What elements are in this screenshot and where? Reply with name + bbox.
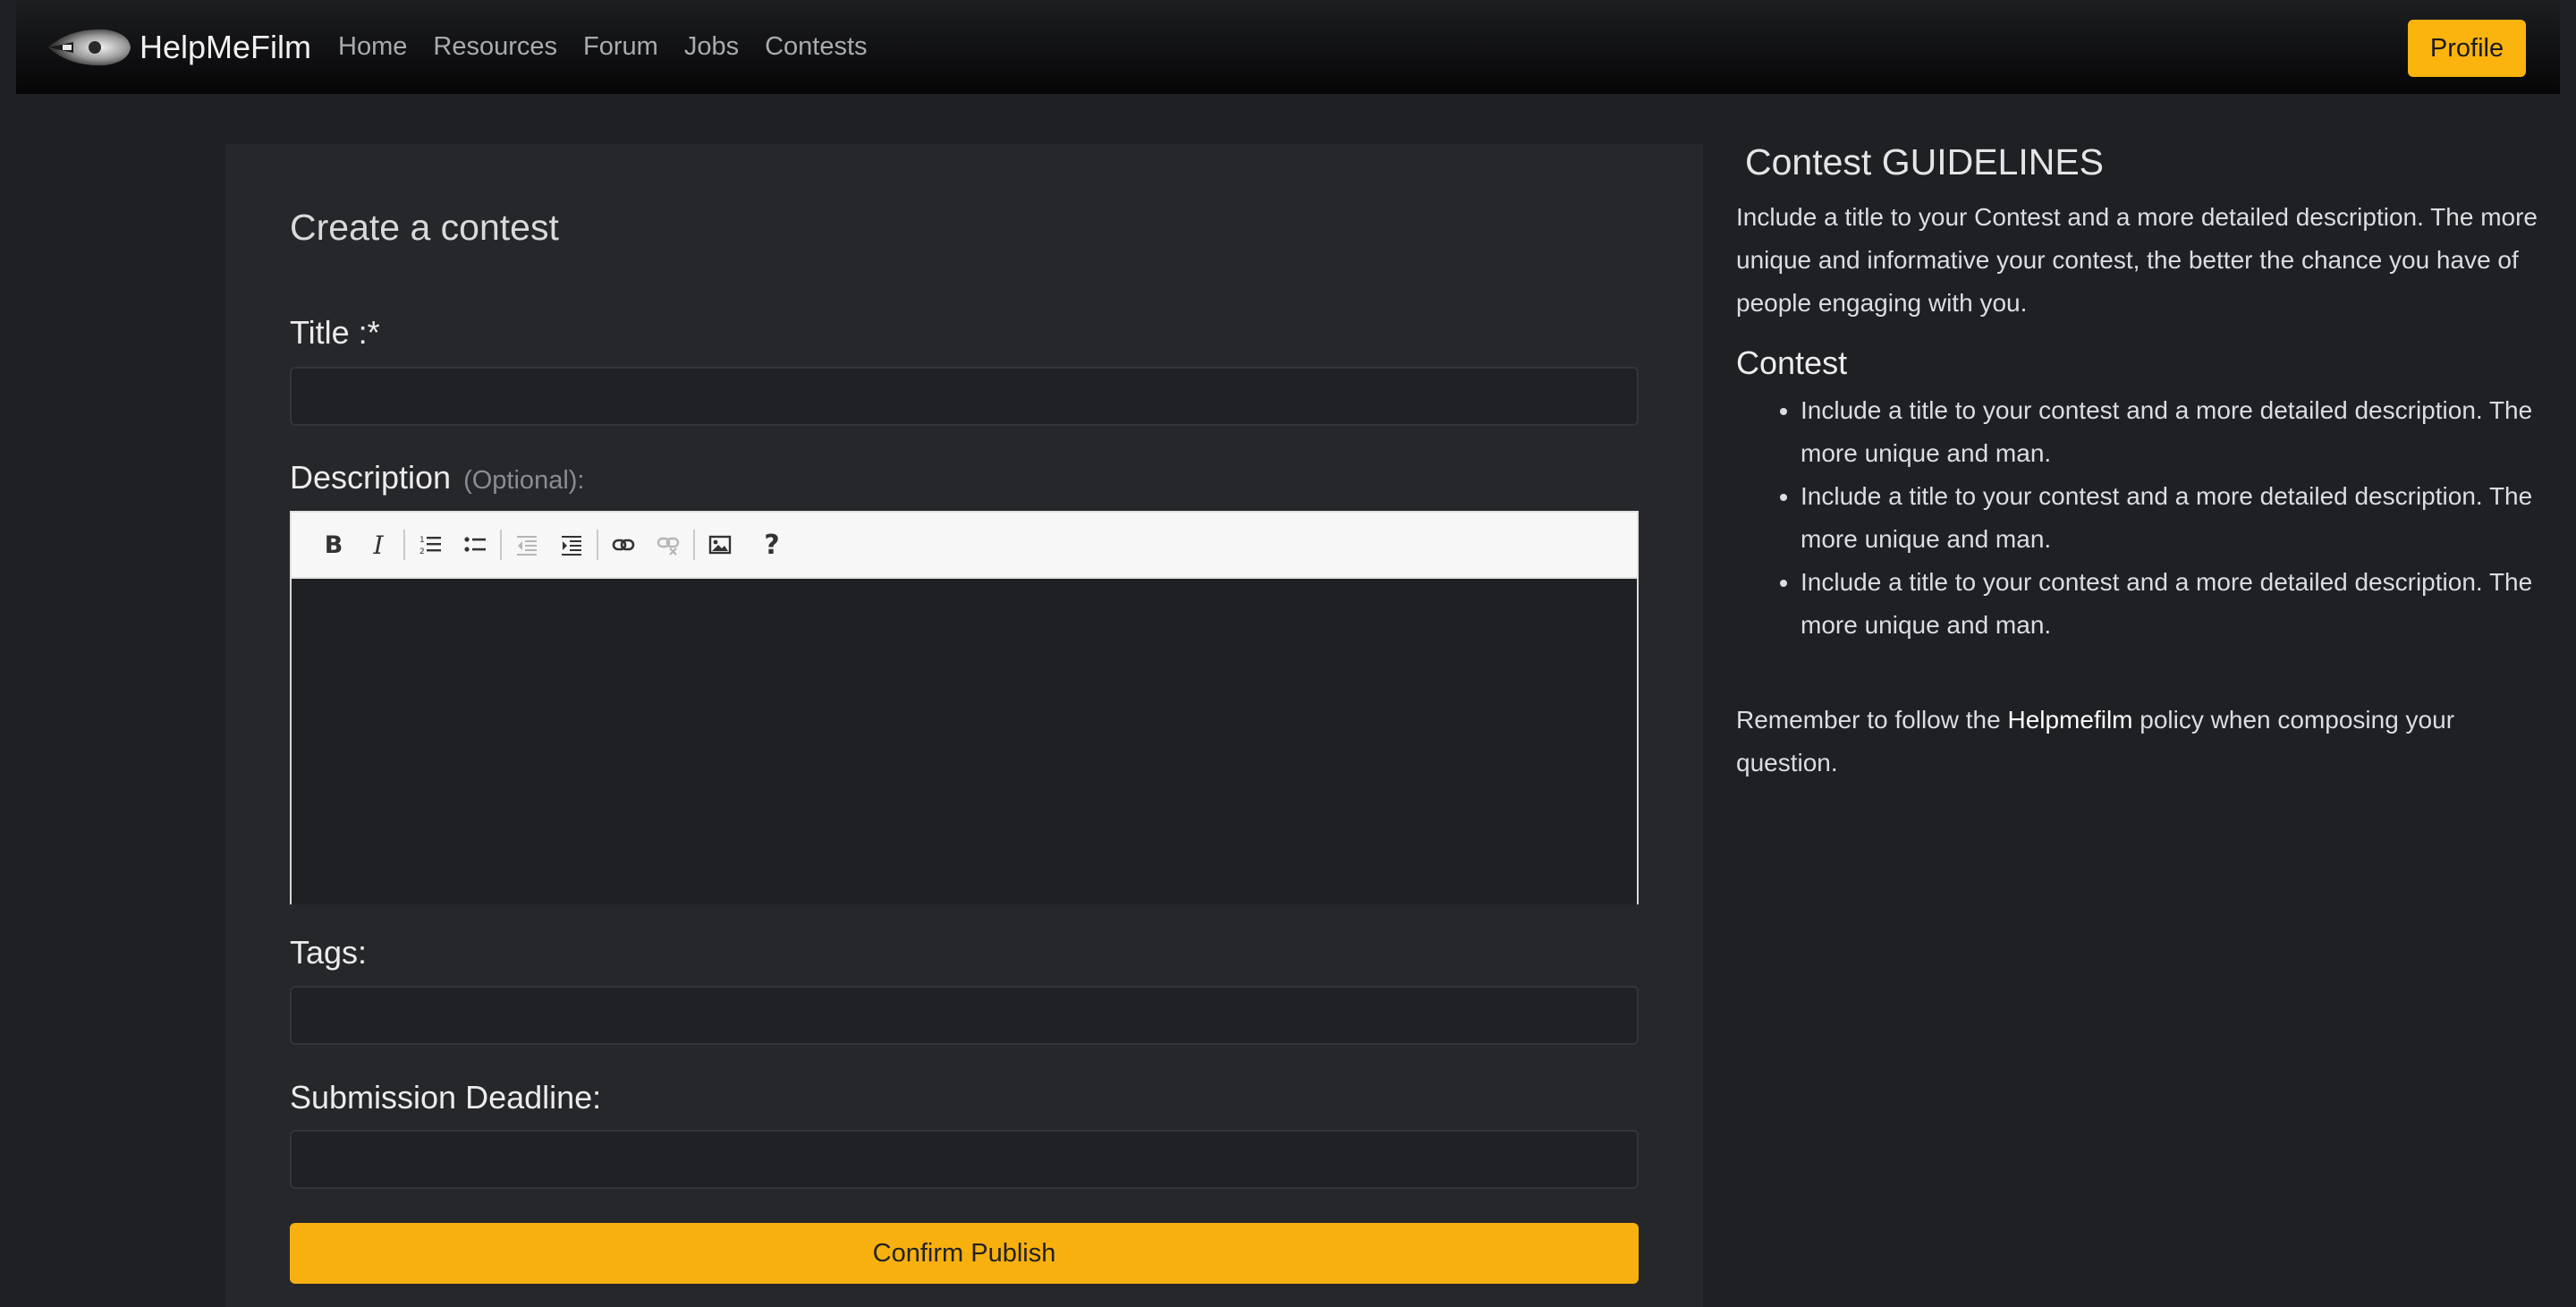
help-button[interactable]: ? [750,522,794,567]
policy-text-before: Remember to follow the [1736,706,2008,734]
brand[interactable]: HelpMeFilm [43,21,311,74]
tags-label: Tags: [290,934,368,971]
nav-resources-link[interactable]: Resources [433,32,557,62]
link-icon [612,539,635,551]
description-label-text: Description [290,459,452,496]
svg-text:1: 1 [419,536,425,545]
title-label: Title :* [290,314,380,351]
image-button[interactable] [698,522,742,567]
toolbar-divider [693,530,695,560]
description-textarea[interactable] [290,579,1639,904]
guidelines-list: Include a title to your contest and a mo… [1736,389,2559,647]
list-item: Include a title to your contest and a mo… [1801,561,2559,647]
image-icon [708,535,732,555]
numbered-list-button[interactable]: 1 2 [408,522,453,567]
top-navbar: HelpMeFilm Home Resources Forum Jobs Con… [16,0,2560,94]
description-editor: B I 1 2 ? [290,511,1639,904]
deadline-label: Submission Deadline: [290,1079,602,1116]
nav-contests-link[interactable]: Contests [765,32,867,62]
toolbar-divider [500,530,502,560]
toolbar-divider [403,530,405,560]
numbered-list-icon: 1 2 [419,536,441,556]
guidelines-subheading: Contest [1736,344,1848,381]
toolbar-divider [597,530,598,560]
nav-jobs-link[interactable]: Jobs [684,32,739,62]
italic-button[interactable]: I [356,522,401,567]
nav-forum-link[interactable]: Forum [583,32,658,62]
unlink-icon [657,537,680,556]
unlink-button[interactable] [646,522,691,567]
nav-home-link[interactable]: Home [338,32,407,62]
guidelines-title: Contest GUIDELINES [1745,141,2105,182]
list-item: Include a title to your contest and a mo… [1801,475,2559,561]
policy-link[interactable]: Helpmefilm [2007,706,2132,734]
indent-icon [562,536,581,556]
guidelines-sidebar: Contest GUIDELINES Include a title to yo… [1736,141,2559,785]
film-reel-logo-icon [48,29,131,65]
bold-button[interactable]: B [311,522,356,567]
link-button[interactable] [601,522,646,567]
indent-button[interactable] [549,522,594,567]
title-input[interactable] [290,367,1639,426]
confirm-publish-button[interactable]: Confirm Publish [290,1223,1639,1284]
profile-button[interactable]: Profile [2408,20,2526,77]
bullet-list-icon [464,537,486,552]
bullet-list-button[interactable] [453,522,497,567]
outdent-icon [517,536,537,556]
deadline-input[interactable] [290,1130,1639,1189]
guidelines-intro: Include a title to your Contest and a mo… [1736,203,2538,317]
nav-links: Home Resources Forum Jobs Contests [338,32,894,62]
brand-name: HelpMeFilm [140,28,312,65]
svg-text:2: 2 [419,547,425,556]
editor-toolbar: B I 1 2 ? [290,511,1639,579]
policy-note: Remember to follow the Helpmefilm policy… [1736,699,2559,785]
tags-input[interactable] [290,986,1639,1045]
create-contest-card: Create a contest Title :* Description (O… [225,144,1703,1307]
optional-hint: (Optional): [463,466,585,495]
list-item: Include a title to your contest and a mo… [1801,389,2559,475]
outdent-button[interactable] [504,522,549,567]
description-label: Description (Optional): [290,459,584,496]
page-title: Create a contest [290,207,559,248]
